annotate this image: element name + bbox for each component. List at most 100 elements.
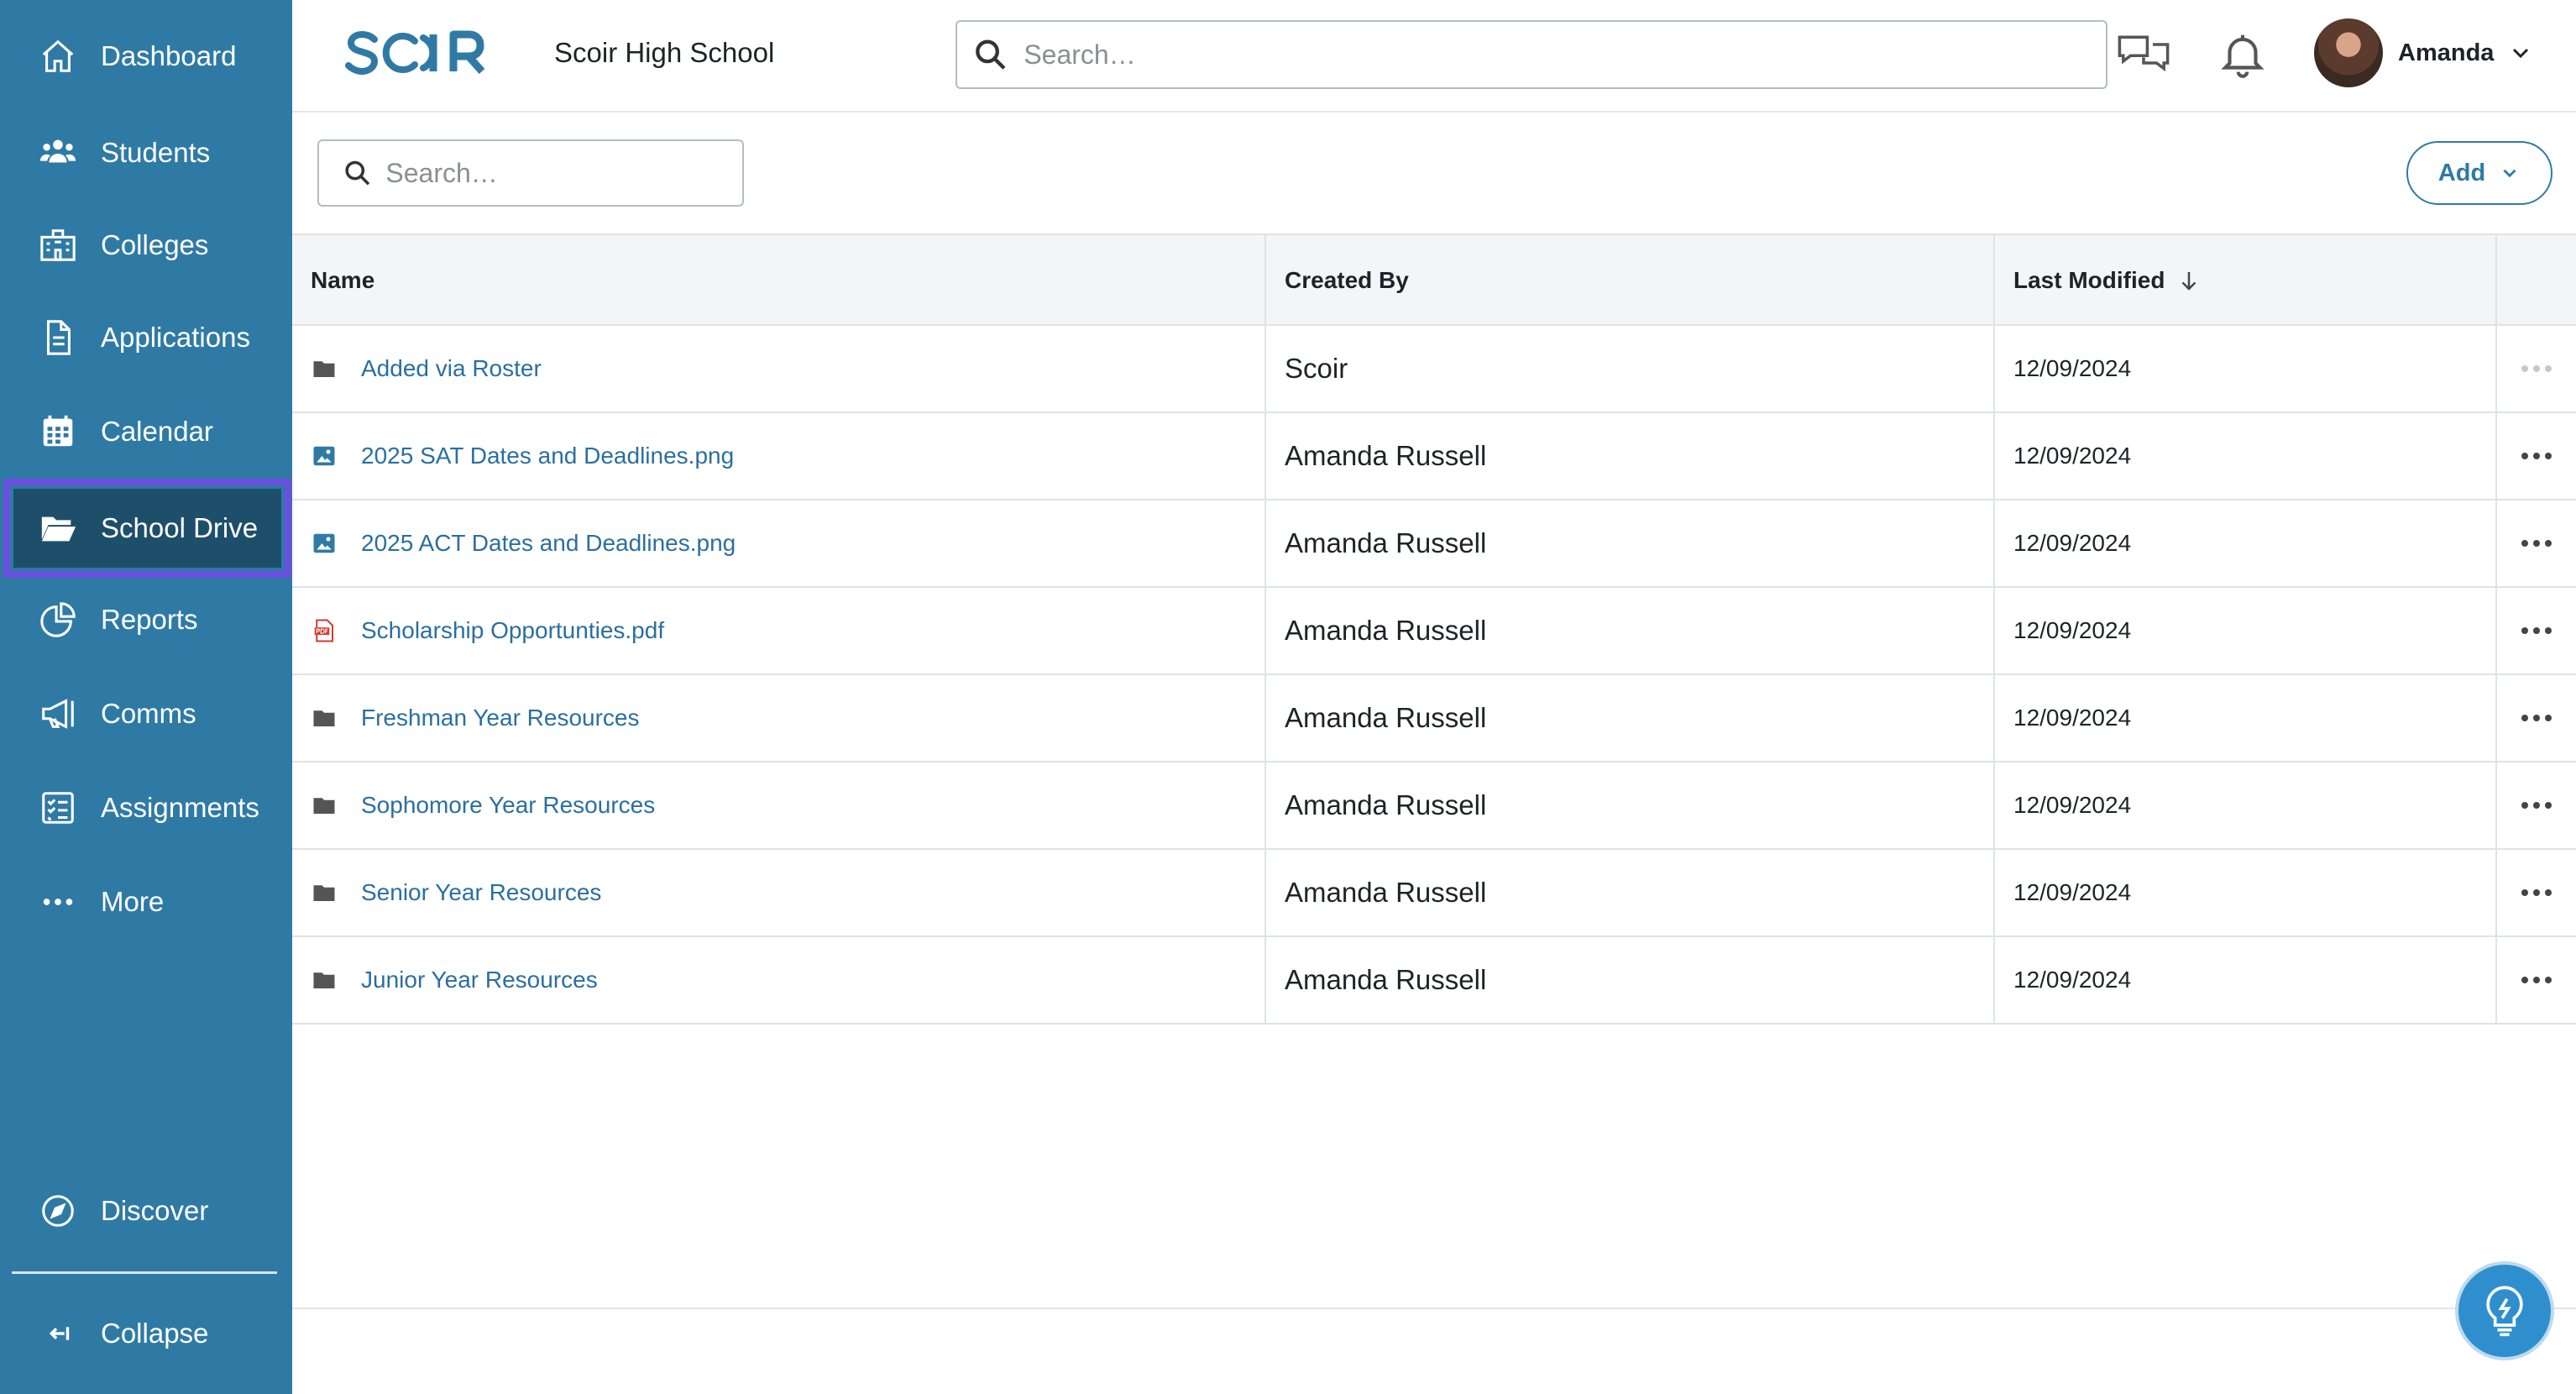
- messages-button[interactable]: [2116, 29, 2171, 79]
- ellipsis-icon: [2521, 540, 2552, 547]
- last-modified-cell: 12/09/2024: [1995, 413, 2497, 499]
- sidebar-item-label: Assignments: [101, 792, 259, 823]
- ellipsis-icon: [2521, 453, 2552, 459]
- sidebar-item-discover[interactable]: Discover: [0, 1169, 292, 1253]
- row-actions-button[interactable]: [2497, 326, 2576, 411]
- sidebar-item-label: Collapse: [101, 1318, 209, 1349]
- name-cell: Freshman Year Resources: [292, 675, 1266, 761]
- ellipsis-icon: [2521, 715, 2552, 721]
- name-cell: Junior Year Resources: [292, 937, 1266, 1023]
- search-icon: [345, 160, 370, 186]
- scoir-logo[interactable]: [344, 27, 522, 79]
- megaphone-icon: [30, 686, 86, 742]
- table-row[interactable]: Junior Year Resources Amanda Russell 12/…: [292, 937, 2576, 1025]
- file-name-link[interactable]: Scholarship Opportunties.pdf: [361, 617, 664, 644]
- created-by-cell: Scoir: [1266, 326, 1995, 411]
- table-row[interactable]: 2025 ACT Dates and Deadlines.png Amanda …: [292, 500, 2576, 588]
- sidebar-item-more[interactable]: More: [0, 860, 292, 944]
- last-modified-cell: 12/09/2024: [1995, 588, 2497, 673]
- file-name-link[interactable]: 2025 SAT Dates and Deadlines.png: [361, 443, 734, 469]
- drive-search[interactable]: [317, 139, 744, 207]
- column-header-label: Name: [311, 267, 375, 293]
- image-file-icon: [311, 530, 338, 557]
- name-cell: Senior Year Resources: [292, 850, 1266, 935]
- last-modified-cell: 12/09/2024: [1995, 500, 2497, 586]
- file-name-link[interactable]: Sophomore Year Resources: [361, 792, 655, 819]
- help-button[interactable]: [2455, 1261, 2554, 1360]
- file-name-link[interactable]: Added via Roster: [361, 355, 542, 382]
- sidebar-item-label: Colleges: [101, 229, 209, 260]
- row-actions-button[interactable]: [2497, 850, 2576, 935]
- sidebar-item-reports[interactable]: Reports: [0, 578, 292, 662]
- sidebar-item-label: Applications: [101, 322, 250, 353]
- last-modified-cell: 12/09/2024: [1995, 850, 2497, 935]
- table-row[interactable]: Scholarship Opportunties.pdf Amanda Russ…: [292, 588, 2576, 675]
- row-actions-button[interactable]: [2497, 763, 2576, 848]
- row-actions-button[interactable]: [2497, 937, 2576, 1023]
- global-search[interactable]: [956, 20, 2107, 89]
- ellipsis-icon: [2521, 977, 2552, 983]
- sidebar-item-comms[interactable]: Comms: [0, 672, 292, 756]
- table-row[interactable]: Added via Roster Scoir 12/09/2024: [292, 326, 2576, 413]
- row-actions-button[interactable]: [2497, 675, 2576, 761]
- created-by-cell: Amanda Russell: [1266, 500, 1995, 586]
- file-name-link[interactable]: Junior Year Resources: [361, 967, 598, 993]
- created-by-cell: Amanda Russell: [1266, 675, 1995, 761]
- sidebar-divider: [12, 1271, 277, 1274]
- pie-chart-icon: [30, 592, 86, 647]
- sidebar-collapse-button[interactable]: Collapse: [0, 1292, 292, 1376]
- lightbulb-icon: [2486, 1286, 2523, 1337]
- content-bottom-divider: [292, 1308, 2576, 1309]
- table-row[interactable]: Sophomore Year Resources Amanda Russell …: [292, 763, 2576, 850]
- sort-descending-icon: [2182, 272, 2196, 291]
- file-name-link[interactable]: 2025 ACT Dates and Deadlines.png: [361, 530, 736, 557]
- user-menu[interactable]: Amanda: [2314, 18, 2534, 87]
- sidebar-item-label: Students: [101, 137, 211, 168]
- house-icon: [30, 29, 86, 84]
- notifications-button[interactable]: [2217, 29, 2269, 81]
- add-button[interactable]: Add: [2406, 141, 2552, 205]
- search-icon: [976, 39, 1006, 70]
- school-name: Scoir High School: [554, 37, 775, 68]
- drive-search-input[interactable]: [385, 157, 742, 189]
- name-cell: 2025 ACT Dates and Deadlines.png: [292, 500, 1266, 586]
- folder-icon: [311, 967, 338, 993]
- file-name-link[interactable]: Senior Year Resources: [361, 879, 601, 906]
- sidebar-item-students[interactable]: Students: [0, 111, 292, 195]
- created-by-cell: Amanda Russell: [1266, 850, 1995, 935]
- sidebar-item-label: Reports: [101, 604, 198, 635]
- sidebar-item-applications[interactable]: Applications: [0, 296, 292, 380]
- last-modified-cell: 12/09/2024: [1995, 937, 2497, 1023]
- created-by-cell: Amanda Russell: [1266, 937, 1995, 1023]
- row-actions-button[interactable]: [2497, 588, 2576, 673]
- created-by-cell: Amanda Russell: [1266, 413, 1995, 499]
- sidebar-item-label: More: [101, 886, 165, 917]
- row-actions-button[interactable]: [2497, 500, 2576, 586]
- ellipsis-icon: [2521, 365, 2552, 372]
- table-row[interactable]: Freshman Year Resources Amanda Russell 1…: [292, 675, 2576, 763]
- folder-open-icon: [30, 500, 86, 556]
- sidebar-item-calendar[interactable]: Calendar: [0, 390, 292, 474]
- folder-icon: [311, 355, 338, 382]
- sidebar-item-school-drive[interactable]: School Drive: [0, 479, 292, 578]
- file-name-link[interactable]: Freshman Year Resources: [361, 705, 640, 731]
- global-search-input[interactable]: [1024, 39, 2106, 71]
- ellipsis-icon: [30, 874, 86, 930]
- folder-icon: [311, 792, 338, 819]
- sidebar-item-label: Calendar: [101, 416, 213, 447]
- table-row[interactable]: 2025 SAT Dates and Deadlines.png Amanda …: [292, 413, 2576, 500]
- column-header-created-by[interactable]: Created By: [1266, 235, 1995, 326]
- last-modified-cell: 12/09/2024: [1995, 763, 2497, 848]
- column-header-name[interactable]: Name: [292, 235, 1266, 326]
- name-cell: Added via Roster: [292, 326, 1266, 411]
- compass-icon: [30, 1183, 86, 1239]
- created-by-cell: Amanda Russell: [1266, 763, 1995, 848]
- sidebar-item-dashboard[interactable]: Dashboard: [0, 14, 292, 98]
- sidebar-item-colleges[interactable]: Colleges: [0, 203, 292, 287]
- column-header-last-modified[interactable]: Last Modified: [1995, 235, 2497, 326]
- sidebar-item-assignments[interactable]: Assignments: [0, 766, 292, 850]
- row-actions-button[interactable]: [2497, 413, 2576, 499]
- building-icon: [30, 217, 86, 273]
- scoir-logo-icon: [345, 30, 485, 76]
- table-row[interactable]: Senior Year Resources Amanda Russell 12/…: [292, 850, 2576, 937]
